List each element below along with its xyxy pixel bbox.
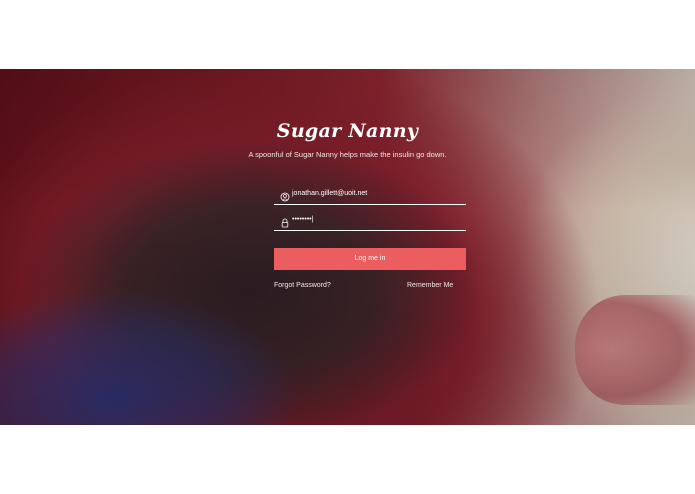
email-field[interactable]: jonathan.gillett@uoit.net xyxy=(274,184,466,205)
app-title: Sugar Nanny xyxy=(276,120,419,142)
remember-me-toggle[interactable]: Remember Me xyxy=(407,282,453,289)
user-circle-icon xyxy=(280,189,290,202)
app-tagline: A spoonful of Sugar Nanny helps make the… xyxy=(248,150,447,159)
email-value: jonathan.gillett@uoit.net xyxy=(292,190,368,197)
forgot-password-link[interactable]: Forgot Password? xyxy=(274,282,331,289)
password-mask: ••••••••| xyxy=(292,216,314,223)
password-field[interactable]: ••••••••| xyxy=(274,210,466,231)
mug-handle xyxy=(575,295,695,405)
lock-icon xyxy=(280,215,290,228)
login-button[interactable]: Log me in xyxy=(274,248,466,270)
